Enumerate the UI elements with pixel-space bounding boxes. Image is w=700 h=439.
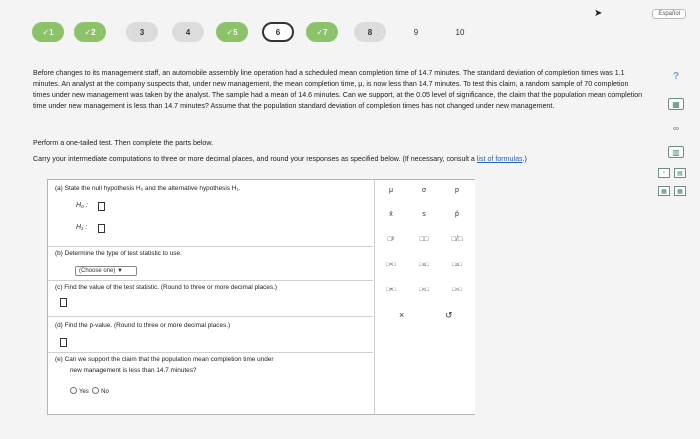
h1-label: H₁ : xyxy=(76,224,88,231)
test-statistic-input[interactable] xyxy=(60,298,67,307)
select-value: (Choose one) xyxy=(79,268,116,274)
fraction-button[interactable]: □/□ xyxy=(448,236,466,243)
part-e-label-2: new management is less than 14.7 minutes… xyxy=(70,367,197,374)
chart-icon[interactable]: ▥ xyxy=(668,146,684,158)
divider xyxy=(48,280,373,281)
infinity-icon[interactable]: ∞ xyxy=(668,122,684,134)
part-a-label: (a) State the null hypothesis H₀ and the… xyxy=(55,185,241,192)
clear-icon[interactable]: × xyxy=(399,310,404,320)
undo-icon[interactable]: ↺ xyxy=(445,310,453,321)
divider xyxy=(48,352,373,353)
help-icon[interactable]: ? xyxy=(668,70,684,82)
h1-input[interactable] xyxy=(98,224,105,233)
step-8[interactable]: 8 xyxy=(354,22,386,42)
language-button[interactable]: Español xyxy=(652,9,686,19)
step-6[interactable]: 6 xyxy=(262,22,294,42)
divider xyxy=(48,316,373,317)
subscript-button[interactable]: □□ xyxy=(415,236,433,243)
step-7[interactable]: ✓7 xyxy=(306,22,338,42)
carry-instruction: Carry your intermediate computations to … xyxy=(33,155,527,163)
carry-prefix: Carry your intermediate computations to … xyxy=(33,155,477,163)
p-button[interactable]: p xyxy=(448,187,466,194)
part-b-label: (b) Determine the type of test statistic… xyxy=(55,250,182,257)
part-d-label: (d) Find the p-value. (Round to three or… xyxy=(55,322,231,329)
h0-label: H₀ : xyxy=(76,202,88,209)
divider xyxy=(48,246,373,247)
no-label: No xyxy=(101,389,109,395)
greater-than-button[interactable]: □>□ xyxy=(446,287,468,293)
step-3[interactable]: 3 xyxy=(126,22,158,42)
step-4[interactable]: 4 xyxy=(172,22,204,42)
xbar-button[interactable]: x̄ xyxy=(382,211,400,218)
p-value-input[interactable] xyxy=(60,338,67,347)
top-bar: Español ✓1 ✓2 3 4 ✓5 6 ✓7 8 9 10 ➤ xyxy=(0,0,700,62)
chevron-down-icon: ▼ xyxy=(117,268,123,274)
phat-button[interactable]: p̂ xyxy=(448,211,466,218)
step-9[interactable]: 9 xyxy=(400,22,432,42)
mu-button[interactable]: μ xyxy=(382,187,400,194)
grid-alt-icon[interactable]: ▦ xyxy=(674,186,686,196)
problem-statement: Before changes to its management staff, … xyxy=(33,69,643,110)
symbol-palette: μ σ p x̄ s p̂ □ᵖ □□ □/□ □=□ □≤□ □≥□ □≠□ … xyxy=(374,180,475,414)
test-statistic-select[interactable]: (Choose one) ▼ xyxy=(75,266,137,276)
step-2[interactable]: ✓2 xyxy=(74,22,106,42)
step-1[interactable]: ✓1 xyxy=(32,22,64,42)
not-equal-button[interactable]: □≠□ xyxy=(380,287,402,293)
h0-input[interactable] xyxy=(98,202,105,211)
step-10[interactable]: 10 xyxy=(444,22,476,42)
small-box-icon[interactable]: ▫ xyxy=(658,168,670,178)
less-equal-button[interactable]: □≤□ xyxy=(413,262,435,268)
sigma-button[interactable]: σ xyxy=(415,187,433,194)
less-than-button[interactable]: □<□ xyxy=(413,287,435,293)
carry-suffix: .) xyxy=(522,155,527,163)
superscript-button[interactable]: □ᵖ xyxy=(382,236,400,243)
yes-radio[interactable] xyxy=(70,387,77,394)
equals-button[interactable]: □=□ xyxy=(380,262,402,268)
answer-panel: (a) State the null hypothesis H₀ and the… xyxy=(47,179,475,415)
calculator-icon[interactable]: ▦ xyxy=(668,98,684,110)
grid-icon[interactable]: ▦ xyxy=(658,186,670,196)
part-c-label: (c) Find the value of the test statistic… xyxy=(55,284,277,291)
pointer-cursor-icon: ➤ xyxy=(594,8,603,19)
instruction-text: Perform a one-tailed test. Then complete… xyxy=(33,139,214,147)
part-e-label-1: (e) Can we support the claim that the po… xyxy=(55,356,274,363)
table-icon[interactable]: ▤ xyxy=(674,168,686,178)
yes-no-options: Yes No xyxy=(70,387,109,395)
no-radio[interactable] xyxy=(92,387,100,394)
greater-equal-button[interactable]: □≥□ xyxy=(446,262,468,268)
yes-label: Yes xyxy=(79,389,89,395)
s-button[interactable]: s xyxy=(415,211,433,218)
step-5[interactable]: ✓5 xyxy=(216,22,248,42)
formulas-link[interactable]: list of formulas xyxy=(477,155,523,163)
